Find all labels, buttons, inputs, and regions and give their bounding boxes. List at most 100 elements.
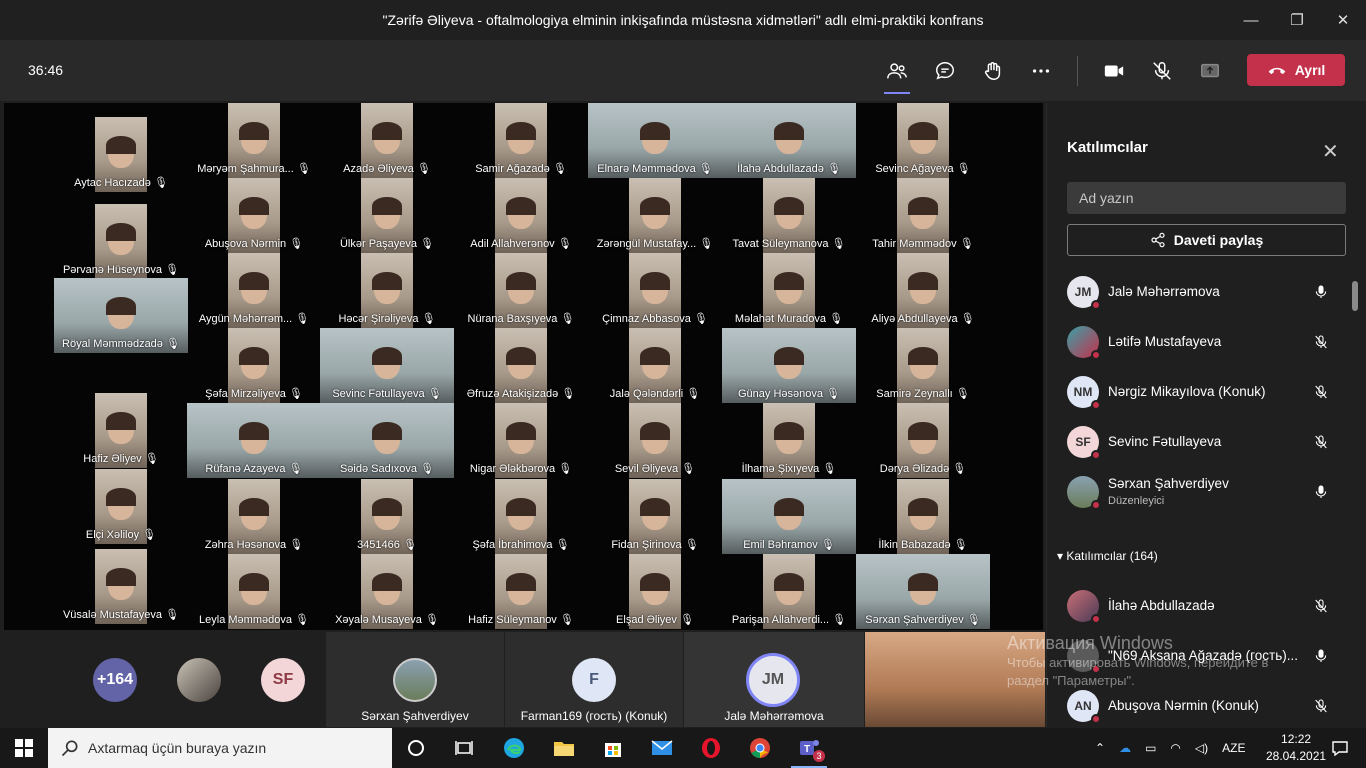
- onedrive-icon[interactable]: ☁: [1119, 741, 1131, 755]
- participant-row[interactable]: JM Jalə Məhərrəmova: [1047, 268, 1357, 318]
- camera-icon[interactable]: [1099, 56, 1129, 86]
- participant-row[interactable]: Lətifə Mustafayeva: [1047, 318, 1357, 368]
- participant-video-tile[interactable]: Pərvanə Hüseynova 🎙: [56, 204, 186, 279]
- participant-video-tile[interactable]: Elçi Xəliloy 🎙: [56, 469, 186, 544]
- chat-icon[interactable]: [930, 56, 960, 86]
- strip-tile-sarxan[interactable]: Sərxan Şahverdiyev: [326, 632, 504, 727]
- section-header[interactable]: ▾ Katılımcılar (164): [1057, 549, 1158, 563]
- participant-video-tile[interactable]: Tavat Süleymanova 🎙: [724, 178, 854, 253]
- participant-row[interactable]: Sərxan Şahverdiyev Düzenleyici: [1047, 468, 1357, 518]
- mail-icon[interactable]: [638, 728, 686, 768]
- participant-video-tile[interactable]: Şəfa Mirzəliyeva 🎙: [189, 328, 319, 403]
- participant-video-tile[interactable]: Günay Həsənova 🎙: [722, 328, 856, 403]
- avatar-sf[interactable]: SF: [261, 658, 305, 702]
- participant-video-tile[interactable]: Leyla Məmmədova 🎙: [189, 554, 319, 629]
- participant-video-tile[interactable]: Əfruzə Atakişizadə 🎙: [456, 328, 586, 403]
- chevron-up-icon[interactable]: ⌃: [1095, 741, 1105, 755]
- participant-row[interactable]: SF Sevinc Fətullayeva: [1047, 418, 1357, 468]
- taskbar-search[interactable]: Axtarmaq üçün buraya yazın: [48, 728, 392, 768]
- mic-icon[interactable]: [1313, 482, 1329, 502]
- participant-row[interactable]: İlahə Abdullazadə: [1047, 582, 1357, 632]
- participant-video-tile[interactable]: Ülkər Paşayeva 🎙: [322, 178, 452, 253]
- participant-video-tile[interactable]: İlhamə Şixıyeva 🎙: [724, 403, 854, 478]
- mic-muted-icon[interactable]: [1313, 696, 1329, 716]
- store-icon[interactable]: [589, 728, 637, 768]
- participant-video-tile[interactable]: İlkin Babazadə 🎙: [858, 479, 988, 554]
- participant-video-tile[interactable]: Hafiz Süleymanov 🎙: [456, 554, 586, 629]
- participant-video-tile[interactable]: Azadə Əliyeva 🎙: [322, 103, 452, 178]
- participants-icon[interactable]: [882, 56, 912, 94]
- edge-icon[interactable]: [490, 728, 538, 768]
- mic-muted-icon[interactable]: [1313, 332, 1329, 352]
- participant-video-tile[interactable]: Həcər Şirəliyeva 🎙: [322, 253, 452, 328]
- participant-video-tile[interactable]: Zərəngül Mustafay... 🎙: [590, 178, 720, 253]
- participant-video-tile[interactable]: Aytac Hacızadə 🎙: [56, 117, 186, 192]
- participant-video-tile[interactable]: Nürana Baxşıyeva 🎙: [456, 253, 586, 328]
- volume-icon[interactable]: ◁): [1195, 741, 1208, 755]
- participant-video-tile[interactable]: Aygün Məhərrəm... 🎙: [189, 253, 319, 328]
- cortana-icon[interactable]: [392, 728, 440, 768]
- participant-row[interactable]: NM Nərgiz Mikayılova (Konuk): [1047, 368, 1357, 418]
- participant-video-tile[interactable]: Şəfa İbrahimova 🎙: [456, 479, 586, 554]
- participant-video-tile[interactable]: Dərya Əlizadə 🎙: [858, 403, 988, 478]
- participant-video-tile[interactable]: Sevinc Ağayeva 🎙: [858, 103, 988, 178]
- file-explorer-icon[interactable]: [540, 728, 588, 768]
- participant-video-tile[interactable]: Hafiz Əliyev 🎙: [56, 393, 186, 468]
- teams-icon[interactable]: T 3: [785, 728, 833, 768]
- participant-video-tile[interactable]: Səidə Sadıxova 🎙: [320, 403, 454, 478]
- participant-video-tile[interactable]: Aliyə Abdullayeva 🎙: [858, 253, 988, 328]
- participant-video-tile[interactable]: Fidan Şirinova 🎙: [590, 479, 720, 554]
- participant-video-tile[interactable]: Emil Bəhramov 🎙: [722, 479, 856, 554]
- participant-video-tile[interactable]: Rüfanə Azayeva 🎙: [187, 403, 321, 478]
- participant-video-tile[interactable]: Röyal Məmmədzadə 🎙: [54, 278, 188, 353]
- start-button[interactable]: [0, 728, 48, 768]
- strip-tile-farman[interactable]: F Farman169 (гость) (Konuk): [505, 632, 683, 727]
- mic-muted-icon[interactable]: [1313, 382, 1329, 402]
- language-indicator[interactable]: AZE: [1222, 741, 1245, 755]
- participant-video-tile[interactable]: Məlahət Muradova 🎙: [724, 253, 854, 328]
- participant-video-tile[interactable]: Nigar Ələkbərova 🎙: [456, 403, 586, 478]
- participant-video-tile[interactable]: Sərxan Şahverdiyev 🎙: [856, 554, 990, 629]
- share-invite-button[interactable]: Daveti paylaş: [1067, 224, 1346, 256]
- minimize-button[interactable]: —: [1228, 0, 1274, 40]
- more-options-icon[interactable]: [1026, 56, 1056, 86]
- battery-icon[interactable]: ▭: [1145, 741, 1156, 755]
- participant-video-tile[interactable]: Çimnaz Abbasova 🎙: [590, 253, 720, 328]
- participant-video-tile[interactable]: Jalə Qələndərli 🎙: [590, 328, 720, 403]
- participant-video-tile[interactable]: Sevinc Fətullayeva 🎙: [320, 328, 454, 403]
- avatar[interactable]: [177, 658, 221, 702]
- participant-video-tile[interactable]: Samir Ağazadə 🎙: [456, 103, 586, 178]
- participant-video-tile[interactable]: 3451466 🎙: [322, 479, 452, 554]
- participant-video-tile[interactable]: Adil Allahverənov 🎙: [456, 178, 586, 253]
- participant-video-tile[interactable]: Xəyalə Musayeva 🎙: [322, 554, 452, 629]
- leave-button[interactable]: Ayrıl: [1247, 54, 1345, 86]
- chrome-icon[interactable]: [736, 728, 784, 768]
- mic-muted-icon[interactable]: [1147, 56, 1177, 86]
- panel-scrollbar[interactable]: [1352, 281, 1358, 311]
- strip-tile-jale[interactable]: JM Jalə Məhərrəmova: [684, 632, 864, 727]
- participant-video-tile[interactable]: İlahə Abdullazadə 🎙: [722, 103, 856, 178]
- participant-video-tile[interactable]: Zəhra Həsənova 🎙: [189, 479, 319, 554]
- close-button[interactable]: ✕: [1320, 0, 1366, 40]
- participant-video-tile[interactable]: Parişan Allahverdi... 🎙: [724, 554, 854, 629]
- reactions-icon[interactable]: [978, 56, 1008, 86]
- participant-video-tile[interactable]: Elnarə Məmmədova 🎙: [588, 103, 722, 178]
- wifi-icon[interactable]: ◠: [1170, 741, 1180, 755]
- overflow-count[interactable]: +164: [93, 658, 137, 702]
- participant-video-tile[interactable]: Elşad Əliyev 🎙: [590, 554, 720, 629]
- task-view-icon[interactable]: [440, 728, 488, 768]
- participant-search-input[interactable]: [1067, 182, 1346, 214]
- system-clock[interactable]: 12:22 28.04.2021: [1266, 731, 1326, 765]
- participant-video-tile[interactable]: Məryəm Şahmura... 🎙: [189, 103, 319, 178]
- share-screen-icon[interactable]: [1195, 56, 1225, 86]
- opera-icon[interactable]: [687, 728, 735, 768]
- participant-video-tile[interactable]: Samirə Zeynallı 🎙: [858, 328, 988, 403]
- participant-video-tile[interactable]: Vüsalə Mustafayeva 🎙: [56, 549, 186, 624]
- mic-icon[interactable]: [1313, 282, 1329, 302]
- mic-muted-icon[interactable]: [1313, 432, 1329, 452]
- mic-muted-icon[interactable]: [1313, 596, 1329, 616]
- participant-video-tile[interactable]: Sevil Əliyeva 🎙: [590, 403, 720, 478]
- participant-video-tile[interactable]: Tahir Məmmədov 🎙: [858, 178, 988, 253]
- maximize-button[interactable]: ❐: [1274, 0, 1320, 40]
- participant-video-tile[interactable]: Abuşova Nərmin 🎙: [189, 178, 319, 253]
